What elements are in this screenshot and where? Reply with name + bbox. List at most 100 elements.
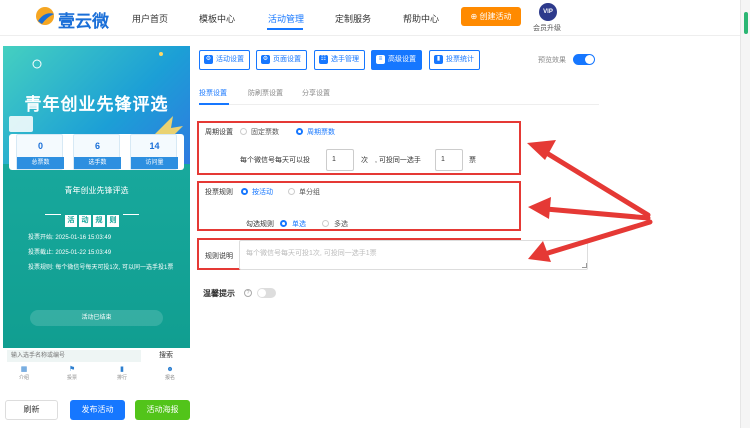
tab-label: 报名: [164, 375, 175, 381]
subtab-active-indicator: [199, 103, 229, 105]
radio-single-group[interactable]: [288, 188, 295, 195]
same-contestant-votes-input[interactable]: 1: [435, 149, 463, 171]
same-contestant-sentence: , 可投同一选手: [375, 157, 421, 164]
tab-ranking[interactable]: ▮ 排行: [107, 365, 137, 381]
activity-title: 青年创业先锋评选: [64, 186, 129, 195]
preview-effect-label: 预览效果: [538, 57, 566, 64]
check-rule-label: 勾选规则: [246, 221, 274, 228]
preview-effect-toggle[interactable]: [573, 54, 595, 65]
publish-activity-button[interactable]: 发布活动: [70, 400, 125, 420]
advanced-settings-button[interactable]: ≡ 高级设置: [371, 50, 422, 70]
create-activity-label: 创建活动: [479, 12, 512, 21]
tab-intro[interactable]: ▦ 介绍: [9, 365, 39, 381]
tab-label: 介绍: [18, 375, 29, 381]
refresh-button[interactable]: 刷新: [5, 400, 58, 420]
fixed-votes-label[interactable]: 固定票数: [251, 127, 279, 137]
multi-choice-label[interactable]: 多选: [334, 219, 348, 229]
rules-heading: 活动规则: [45, 209, 139, 227]
by-activity-label[interactable]: 按活动: [252, 187, 273, 197]
radio-fixed-votes[interactable]: [240, 128, 247, 135]
activity-poster-button[interactable]: 活动海报: [135, 400, 190, 420]
vip-upgrade-label[interactable]: 会员升级: [533, 23, 561, 33]
tab-label: 排行: [116, 375, 127, 381]
create-activity-button[interactable]: ⊕ 创建活动: [461, 7, 521, 26]
user-icon: ☻: [166, 366, 174, 373]
stats-card: 0 总票数 6 选手数 14 访问量: [9, 134, 184, 170]
activity-settings-button[interactable]: ⚙ 活动设置: [199, 50, 250, 70]
cycle-votes-label[interactable]: 周期票数: [307, 127, 335, 137]
radio-by-activity[interactable]: [241, 188, 248, 195]
home-icon: ▦: [20, 366, 28, 373]
textarea-resize-handle[interactable]: [582, 263, 587, 268]
users-icon: ☷: [319, 55, 328, 64]
stat-contestants: 6 选手数: [73, 134, 121, 170]
nav-help-center[interactable]: 帮助中心: [403, 12, 439, 25]
mobile-preview: 青年创业先锋评选 0 总票数 6 选手数 14 访问量 青年创业先锋评选 活动规…: [3, 46, 190, 388]
tab-anti-fraud-settings[interactable]: 防刷票设置: [248, 88, 283, 98]
nav-template-center[interactable]: 模板中心: [199, 12, 235, 25]
stat-value: 14: [149, 141, 160, 151]
daily-votes-input[interactable]: 1: [326, 149, 354, 171]
tab-vote-settings[interactable]: 投票设置: [199, 88, 227, 98]
nav-active-indicator: [267, 28, 303, 30]
vote-rule-text: 投票规则: 每个微信号每天可投1次, 可以同一选手投1票: [28, 265, 174, 271]
rules-char: 动: [79, 215, 91, 227]
top-nav: 壹云微 用户首页 模板中心 活动管理 定制服务 帮助中心 ⊕ 创建活动 VIP …: [0, 0, 750, 36]
search-button[interactable]: 搜索: [146, 348, 186, 364]
radio-single-choice[interactable]: [280, 220, 287, 227]
stat-value: 6: [94, 141, 100, 151]
help-icon[interactable]: ?: [244, 289, 252, 297]
brand-name[interactable]: 壹云微: [58, 7, 109, 32]
vip-icon[interactable]: VIP: [539, 3, 557, 21]
rules-char: 则: [107, 215, 119, 227]
plus-icon: ⊕: [470, 12, 478, 21]
stat-total-votes: 0 总票数: [16, 134, 64, 170]
window-scrollbar[interactable]: [740, 0, 750, 428]
banner-title: 青年创业先锋评选: [24, 95, 169, 114]
button-label: 活动设置: [216, 56, 244, 63]
times-unit: 次: [361, 157, 368, 164]
preview-bottom-bar: 搜索 ▦ 介绍 ⚑ 投票 ▮ 排行 ☻ 报名: [3, 348, 190, 388]
tab-vote[interactable]: ⚑ 投票: [57, 365, 87, 381]
nav-user-home[interactable]: 用户首页: [132, 12, 168, 25]
page-settings-button[interactable]: ⚙ 页面设置: [256, 50, 307, 70]
contestant-management-button[interactable]: ☷ 选手管理: [314, 50, 365, 70]
stat-label: 选手数: [74, 157, 121, 169]
vote-rule-label: 投票规则: [205, 189, 233, 196]
vote-end-time: 投票截止: 2025-01-22 15:03:49: [28, 250, 112, 256]
sliders-icon: ≡: [376, 55, 385, 64]
arrow-to-vote-rule: [528, 197, 651, 221]
vote-statistics-button[interactable]: ▮ 投票统计: [429, 50, 480, 70]
gear-icon: ⚙: [204, 55, 213, 64]
rules-char: 活: [65, 215, 77, 227]
warning-tip-toggle[interactable]: [257, 288, 276, 298]
vote-start-time: 投票开始: 2025-01-16 15:03:49: [28, 235, 112, 241]
arrow-to-cycle-settings: [527, 140, 651, 218]
button-label: 高级设置: [388, 56, 416, 63]
daily-votes-sentence: 每个微信号每天可以投: [240, 157, 310, 164]
warning-tip-label: 温馨提示: [203, 289, 235, 298]
ticket-unit: 票: [469, 157, 476, 164]
radio-multi-choice[interactable]: [322, 220, 329, 227]
single-choice-label[interactable]: 单选: [292, 219, 306, 229]
activity-ended-button[interactable]: 活动已结束: [30, 310, 163, 326]
rule-description-label: 规则说明: [205, 253, 233, 260]
stat-label: 访问量: [131, 157, 178, 169]
tab-share-settings[interactable]: 分享设置: [302, 88, 330, 98]
stat-value: 0: [37, 141, 43, 151]
tab-signup[interactable]: ☻ 报名: [155, 365, 185, 381]
nav-activity-management[interactable]: 活动管理: [268, 12, 304, 25]
radio-cycle-votes[interactable]: [296, 128, 303, 135]
rule-description-textarea[interactable]: 每个微信号每天可投1次, 可投同一选手1票: [239, 240, 588, 270]
bar-chart-icon: ▮: [434, 55, 443, 64]
rules-char: 规: [93, 215, 105, 227]
stat-visits: 14 访问量: [130, 134, 178, 170]
cycle-settings-label: 周期设置: [205, 129, 233, 136]
nav-custom-service[interactable]: 定制服务: [335, 12, 371, 25]
scrollbar-thumb[interactable]: [744, 12, 748, 34]
button-label: 投票统计: [446, 56, 474, 63]
tab-label: 投票: [66, 375, 77, 381]
subtab-divider: [199, 104, 599, 105]
single-group-label[interactable]: 单分组: [299, 187, 320, 197]
contestant-search-input[interactable]: [7, 350, 141, 362]
